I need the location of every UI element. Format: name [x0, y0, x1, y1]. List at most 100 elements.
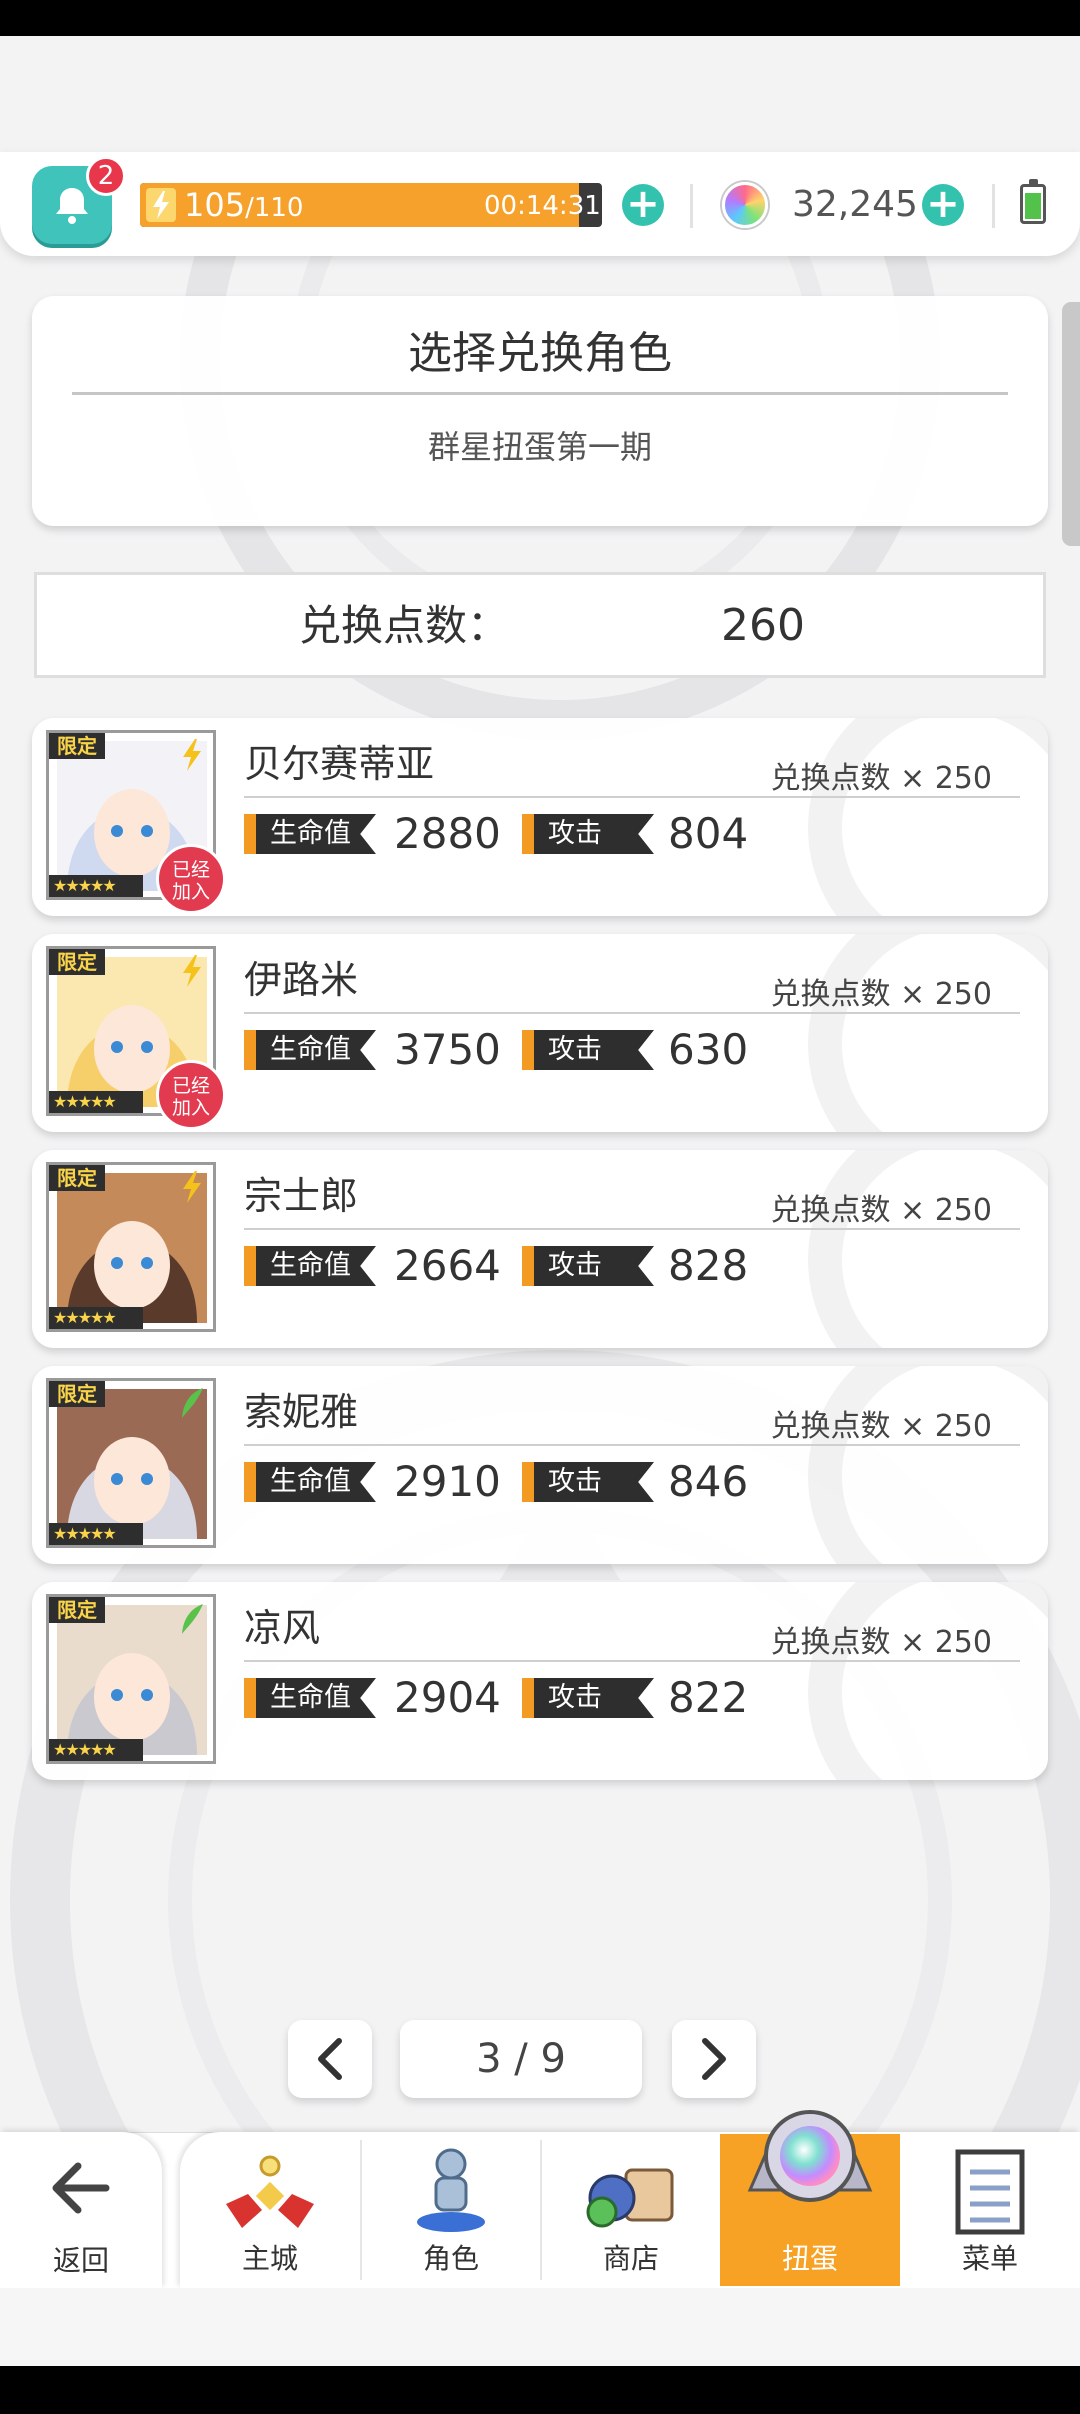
exchange-cost: 兑换点数 × 250	[770, 1409, 992, 1444]
joined-text-line: 已经	[171, 859, 210, 881]
exchange-cost: 兑换点数 × 250	[770, 761, 992, 796]
page-title: 选择兑换角色	[408, 328, 672, 379]
attack-tag: 攻击	[522, 1246, 654, 1286]
lightning-icon	[146, 188, 176, 222]
nav-gacha[interactable]: 扭蛋	[720, 2110, 900, 2286]
castle-icon	[226, 2155, 314, 2228]
joined-badge: 已经 加入	[156, 1060, 226, 1130]
character-card[interactable]: 限定 ★★★★★ 宗士郎 兑换点数 × 250 生命值 2664 攻击 828	[32, 1150, 1048, 1348]
card-watermark	[808, 1582, 1048, 1780]
character-portrait: 限定 ★★★★★	[46, 1162, 216, 1332]
card-watermark	[808, 934, 1048, 1132]
joined-badge: 已经 加入	[156, 844, 226, 914]
attack-tag: 攻击	[522, 1678, 654, 1718]
hp-value: 2904	[394, 1673, 501, 1722]
hp-tag: 生命值	[244, 1030, 376, 1070]
rarity-stars: ★★★★★	[49, 1307, 143, 1329]
nav-main-city[interactable]: 主城	[180, 2134, 360, 2286]
hp-value: 3750	[394, 1025, 501, 1074]
character-portrait: 限定 ★★★★★	[46, 1378, 216, 1548]
chevron-right-icon	[702, 2038, 726, 2080]
prev-page-button[interactable]	[288, 2020, 372, 2098]
limited-badge: 限定	[49, 1381, 105, 1407]
next-page-button[interactable]	[672, 2020, 756, 2098]
limited-badge: 限定	[49, 1597, 105, 1623]
nav-menu[interactable]: 菜单	[900, 2134, 1080, 2286]
chevron-left-icon	[318, 2038, 342, 2080]
add-energy-button[interactable]: +	[622, 184, 664, 226]
wind-element-icon	[182, 1388, 203, 1418]
character-name: 宗士郎	[244, 1174, 359, 1218]
gacha-event-name: 群星扭蛋第一期	[427, 428, 652, 466]
rainbow-gem-icon	[722, 182, 768, 228]
card-watermark	[808, 718, 1048, 916]
hp-tag: 生命值	[244, 1678, 376, 1718]
character-card[interactable]: 限定 ★★★★★ 已经 加入 伊路米 兑换点数 × 250 生命值 3750 攻击 630	[32, 934, 1048, 1132]
battery-icon	[1020, 179, 1046, 224]
attack-value: 804	[668, 809, 749, 858]
divider	[244, 1660, 1020, 1662]
exchange-cost: 兑换点数 × 250	[770, 1625, 992, 1660]
points-label: 兑换点数：	[299, 601, 510, 650]
system-nav-strip	[0, 2288, 1080, 2366]
nav-label: 主城	[241, 2242, 298, 2275]
nav-shop[interactable]: 商店	[542, 2134, 720, 2286]
points-value: 260	[721, 600, 805, 651]
rarity-stars: ★★★★★	[49, 1739, 143, 1761]
energy-timer: 00:14:31	[484, 191, 601, 221]
hp-tag: 生命值	[244, 1462, 376, 1502]
character-card[interactable]: 限定 ★★★★★ 索妮雅 兑换点数 × 250 生命值 2910 攻击 846	[32, 1366, 1048, 1564]
attack-value: 630	[668, 1025, 749, 1074]
exchange-cost: 兑换点数 × 250	[770, 1193, 992, 1228]
limited-badge: 限定	[49, 1165, 105, 1191]
limited-badge: 限定	[49, 733, 105, 759]
nav-characters[interactable]: 角色	[362, 2134, 540, 2286]
nav-label: 菜单	[961, 2242, 1018, 2275]
add-gems-button[interactable]: +	[922, 184, 964, 226]
attack-value: 822	[668, 1673, 749, 1722]
thunder-element-icon	[183, 1171, 201, 1203]
wind-element-icon	[182, 1604, 203, 1634]
divider	[992, 184, 995, 228]
divider	[690, 184, 693, 228]
energy-current: 105	[184, 186, 246, 224]
scrollbar[interactable]	[1062, 302, 1080, 546]
nav-label: 扭蛋	[781, 2242, 838, 2275]
hp-value: 2880	[394, 809, 501, 858]
attack-tag: 攻击	[522, 1030, 654, 1070]
character-portrait: 限定 ★★★★★	[46, 1594, 216, 1764]
card-watermark	[808, 1150, 1048, 1348]
nav-label: 角色	[422, 2242, 479, 2275]
energy-max: /110	[245, 193, 304, 223]
rarity-stars: ★★★★★	[49, 1091, 143, 1113]
attack-tag: 攻击	[522, 1462, 654, 1502]
character-card[interactable]: 限定 ★★★★★ 已经 加入 贝尔赛蒂亚 兑换点数 × 250 生命值 2880 攻击 804	[32, 718, 1048, 916]
attack-value: 828	[668, 1241, 749, 1290]
character-name: 索妮雅	[244, 1390, 359, 1434]
menu-list-icon	[955, 2149, 1025, 2235]
hp-tag: 生命值	[244, 814, 376, 854]
gacha-orb-icon	[747, 2110, 873, 2202]
exchange-title-card: 选择兑换角色 群星扭蛋第一期	[32, 296, 1048, 526]
back-button[interactable]: 返回	[0, 2132, 162, 2288]
thunder-element-icon	[183, 739, 201, 771]
divider	[72, 392, 1008, 395]
hp-value: 2910	[394, 1457, 501, 1506]
attack-value: 846	[668, 1457, 749, 1506]
divider	[244, 1444, 1020, 1446]
limited-badge: 限定	[49, 949, 105, 975]
character-name: 贝尔赛蒂亚	[244, 742, 435, 786]
character-figure-icon	[417, 2148, 485, 2232]
notification-badge: 2	[86, 156, 126, 196]
hp-value: 2664	[394, 1241, 501, 1290]
system-bottom-bar	[0, 2366, 1080, 2414]
energy-count: 105/110	[184, 186, 303, 227]
shop-bag-icon	[586, 2168, 674, 2228]
page-indicator: 3 / 9	[400, 2020, 642, 2098]
rarity-stars: ★★★★★	[49, 1523, 143, 1545]
bell-icon	[56, 188, 88, 224]
character-card[interactable]: 限定 ★★★★★ 凉风 兑换点数 × 250 生命值 2904 攻击 822	[32, 1582, 1048, 1780]
joined-text-line: 加入	[171, 1097, 210, 1119]
divider	[244, 1012, 1020, 1014]
divider	[244, 1228, 1020, 1230]
